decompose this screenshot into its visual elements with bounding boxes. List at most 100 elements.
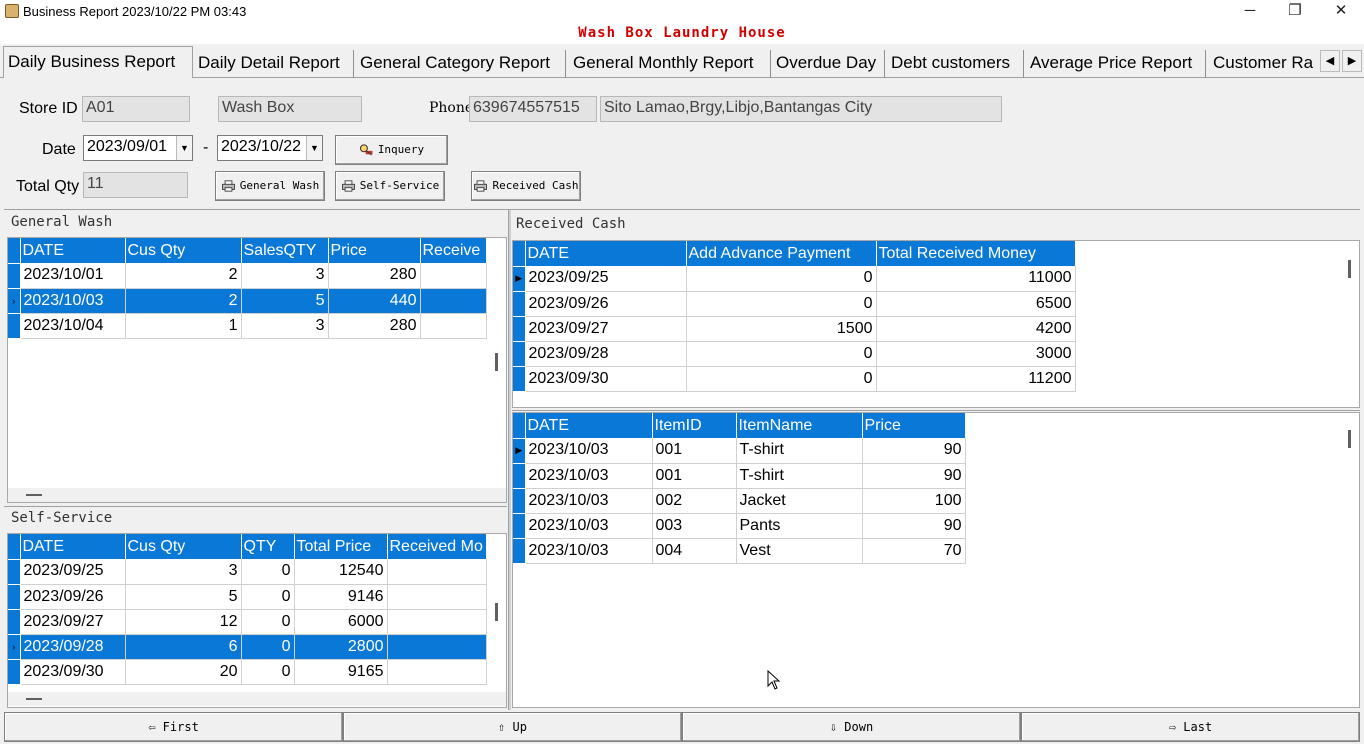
cell[interactable]: 12 xyxy=(125,609,242,635)
cell[interactable]: 5 xyxy=(241,288,329,314)
cell[interactable] xyxy=(420,288,487,314)
chevron-down-icon[interactable]: ▼ xyxy=(176,136,192,160)
row-indicator[interactable] xyxy=(513,341,526,367)
cell[interactable]: 2023/09/26 xyxy=(525,291,687,317)
table-row[interactable]: 2023/09/27 1500 4200 xyxy=(513,316,1076,342)
cell[interactable]: 0 xyxy=(241,634,295,660)
cell[interactable]: 2023/10/01 xyxy=(20,263,126,289)
cell[interactable]: 90 xyxy=(862,463,966,489)
cell[interactable]: 280 xyxy=(328,313,421,339)
column-header[interactable]: Price xyxy=(862,413,966,438)
cell[interactable]: 2023/10/04 xyxy=(20,313,126,339)
row-indicator[interactable] xyxy=(513,316,526,342)
cell[interactable]: 90 xyxy=(862,438,966,464)
row-indicator[interactable] xyxy=(513,513,526,539)
cell[interactable]: 0 xyxy=(686,341,877,367)
cell[interactable]: 11000 xyxy=(876,266,1076,292)
tab-general-monthly-report[interactable]: General Monthly Report xyxy=(569,50,771,78)
first-record-button[interactable]: ⇦ First xyxy=(4,712,343,742)
horizontal-scrollbar[interactable] xyxy=(8,488,506,502)
table-row[interactable]: 2023/09/28 0 3000 xyxy=(513,341,1076,367)
cell[interactable]: 2023/09/25 xyxy=(525,266,687,292)
tab-general-category-report[interactable]: General Category Report xyxy=(356,50,566,78)
cell[interactable]: 2800 xyxy=(294,634,388,660)
table-row[interactable]: 2023/09/26 5 0 9146 xyxy=(8,584,487,610)
row-indicator[interactable] xyxy=(8,313,21,339)
horizontal-scroll-thumb[interactable] xyxy=(26,698,42,700)
cell[interactable]: 1500 xyxy=(686,316,877,342)
table-row[interactable]: 2023/10/03 004 Vest 70 xyxy=(513,538,966,564)
column-header[interactable]: Price xyxy=(328,238,421,263)
cell[interactable]: 001 xyxy=(652,463,737,489)
last-record-button[interactable]: ⇨ Last xyxy=(1021,712,1360,742)
row-indicator[interactable] xyxy=(8,584,21,610)
received-cash-grid[interactable]: DATE Add Advance Payment Total Received … xyxy=(512,240,1360,408)
cell[interactable]: 004 xyxy=(652,538,737,564)
cell[interactable]: T-shirt xyxy=(736,438,863,464)
chevron-down-icon[interactable]: ▼ xyxy=(306,136,322,160)
general-wash-grid[interactable]: DATE Cus Qty SalesQTY Price Receive 2023… xyxy=(7,237,507,503)
cell[interactable]: 11200 xyxy=(876,366,1076,392)
table-row[interactable]: 2023/09/30 0 11200 xyxy=(513,366,1076,392)
row-indicator[interactable] xyxy=(8,659,21,685)
cell[interactable]: 280 xyxy=(328,263,421,289)
cell[interactable]: 0 xyxy=(241,659,295,685)
column-header[interactable]: Cus Qty xyxy=(125,534,242,559)
column-header[interactable]: Total Price xyxy=(294,534,388,559)
row-indicator[interactable] xyxy=(513,488,526,514)
table-row[interactable]: 2023/10/03 002 Jacket 100 xyxy=(513,488,966,514)
cell[interactable]: 6 xyxy=(125,634,242,660)
cell[interactable]: 2023/09/28 xyxy=(20,634,126,660)
table-row[interactable]: 2023/10/04 1 3 280 xyxy=(8,313,487,339)
column-header[interactable]: QTY xyxy=(241,534,295,559)
cell[interactable] xyxy=(420,263,487,289)
cell[interactable]: 70 xyxy=(862,538,966,564)
close-button[interactable]: ✕ xyxy=(1318,0,1364,24)
cell[interactable]: 2023/09/30 xyxy=(525,366,687,392)
cell[interactable]: 3 xyxy=(241,263,329,289)
table-row[interactable]: 2023/09/30 20 0 9165 xyxy=(8,659,487,685)
cell[interactable]: 9165 xyxy=(294,659,388,685)
row-pointer-icon[interactable]: ▶ xyxy=(513,438,526,464)
cell[interactable]: 2023/10/03 xyxy=(525,438,653,464)
cell[interactable]: 6500 xyxy=(876,291,1076,317)
table-row[interactable]: 2023/09/25 3 0 12540 xyxy=(8,559,487,585)
cell[interactable]: 4200 xyxy=(876,316,1076,342)
column-header[interactable]: DATE xyxy=(525,413,653,438)
cell[interactable]: Vest xyxy=(736,538,863,564)
general-wash-print-button[interactable]: General Wash xyxy=(215,171,325,201)
column-header[interactable]: ItemName xyxy=(736,413,863,438)
cell[interactable]: 2023/09/25 xyxy=(20,559,126,585)
cell[interactable]: 9146 xyxy=(294,584,388,610)
row-pointer-icon[interactable]: › xyxy=(8,634,21,660)
vertical-scroll-thumb[interactable] xyxy=(1348,260,1351,278)
column-header[interactable]: DATE xyxy=(20,238,126,263)
table-row-selected[interactable]: › 2023/10/03 2 5 440 xyxy=(8,288,487,314)
cell[interactable]: 2023/09/27 xyxy=(525,316,687,342)
self-service-grid[interactable]: DATE Cus Qty QTY Total Price Received Mo… xyxy=(7,533,507,708)
tab-scroll-left-icon[interactable]: ◀ xyxy=(1320,50,1340,72)
cell[interactable] xyxy=(387,609,487,635)
horizontal-scrollbar[interactable] xyxy=(8,692,506,706)
table-row[interactable]: 2023/10/03 003 Pants 90 xyxy=(513,513,966,539)
tab-overdue-day[interactable]: Overdue Day xyxy=(772,50,885,78)
cell[interactable]: 0 xyxy=(241,584,295,610)
column-header[interactable]: ItemID xyxy=(652,413,737,438)
tab-customer-ranking[interactable]: Customer Ra xyxy=(1209,50,1319,78)
row-indicator[interactable] xyxy=(513,366,526,392)
previous-record-button[interactable]: ⇧ Up xyxy=(343,712,682,742)
cell[interactable]: 002 xyxy=(652,488,737,514)
cell[interactable]: 2023/10/03 xyxy=(525,463,653,489)
minimize-button[interactable]: ─ xyxy=(1227,0,1273,24)
cell[interactable]: 0 xyxy=(686,291,877,317)
cell[interactable]: 3 xyxy=(241,313,329,339)
cell[interactable]: Pants xyxy=(736,513,863,539)
cell[interactable]: 003 xyxy=(652,513,737,539)
cell[interactable]: 0 xyxy=(686,266,877,292)
vertical-scroll-thumb[interactable] xyxy=(1348,430,1351,448)
row-pointer-icon[interactable]: › xyxy=(8,288,21,314)
table-row-selected[interactable]: › 2023/09/28 6 0 2800 xyxy=(8,634,487,660)
cell[interactable]: 20 xyxy=(125,659,242,685)
cell[interactable] xyxy=(387,659,487,685)
cell[interactable]: 2023/09/30 xyxy=(20,659,126,685)
